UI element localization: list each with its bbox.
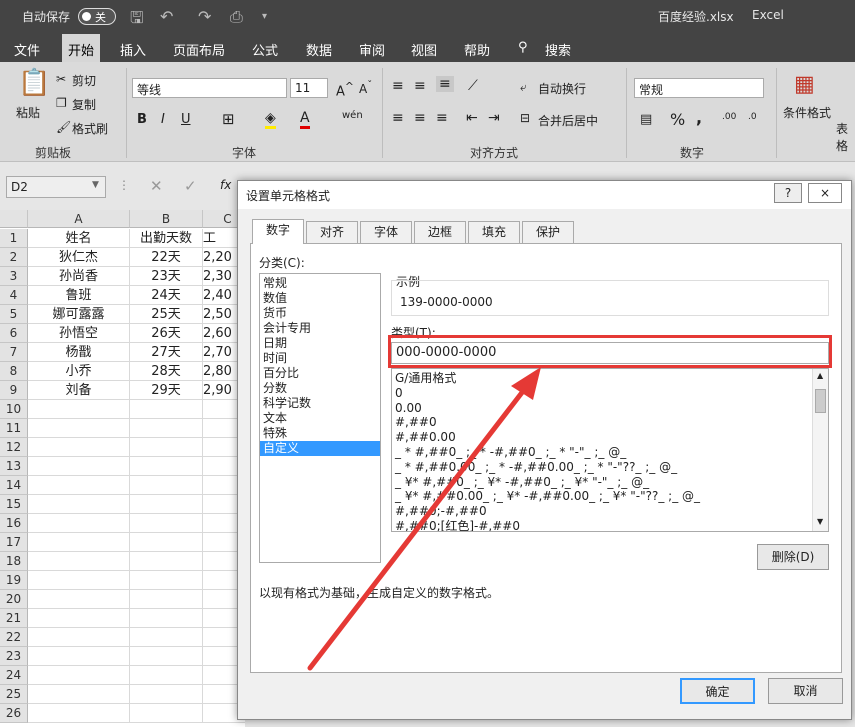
tab-number[interactable]: 数字 — [252, 219, 304, 244]
arrow-head — [511, 367, 541, 400]
annotation-arrow — [307, 367, 541, 671]
arrow-shaft — [307, 383, 530, 671]
